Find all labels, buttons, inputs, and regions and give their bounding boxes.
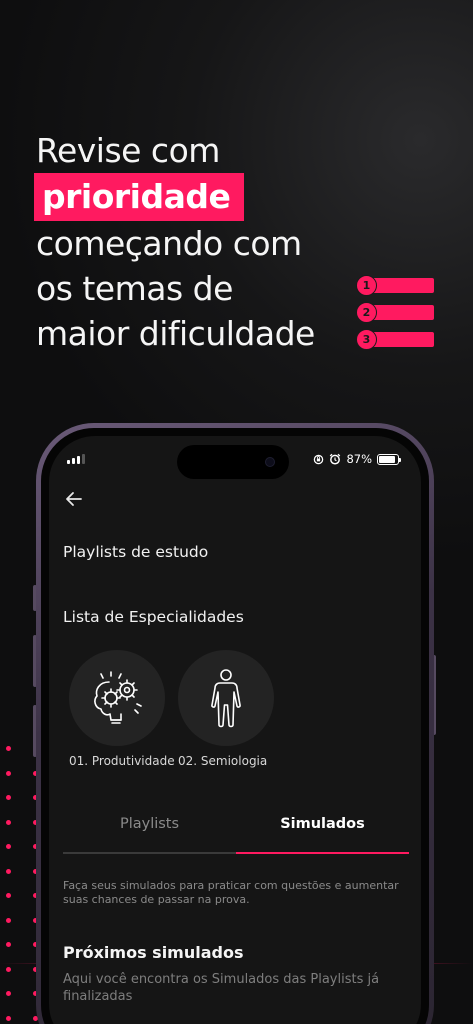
tab-playlists[interactable]: Playlists [63,816,236,832]
decorative-dot [6,1015,11,1021]
decorative-dot [6,795,11,800]
arrow-left-icon [66,492,82,506]
headline-line-1: Revise com [36,131,220,170]
decorative-dot [6,966,11,972]
dynamic-island [177,445,289,479]
specialty-icon-circle [178,650,274,746]
decorative-dot [6,819,11,825]
decorative-dot [6,893,11,898]
specialty-icon-circle [69,650,165,746]
rank-number: 2 [356,302,377,323]
brain-gears-icon [94,671,142,724]
headline-line-3: começando com [36,224,302,263]
battery-icon [377,453,401,465]
decorative-dot [6,991,11,996]
signal-icon [67,454,85,464]
phone-bezel: 87% Playlists de estudo Lista de Especia… [41,428,429,1024]
specialty-card-semiologia[interactable]: 02. Semiologia [178,650,274,768]
tab-active-indicator [236,852,409,854]
decorative-dot [6,917,11,923]
app-screen: 87% Playlists de estudo Lista de Especia… [49,436,421,1024]
front-camera [265,457,275,467]
simulados-description: Faça seus simulados para praticar com qu… [63,879,399,906]
rank-row: 2 [356,302,434,323]
back-button[interactable] [63,488,85,510]
next-simulados-description: Aqui você encontra os Simulados das Play… [63,972,380,1004]
tab-underline [63,852,236,854]
specialty-label: 02. Semiologia [178,754,268,768]
decorative-dot [6,868,11,874]
promo-headline: Revise com prioridade começando com os t… [34,128,315,356]
specialty-label: 01. Produtividade [69,754,175,768]
phone-frame: 87% Playlists de estudo Lista de Especia… [36,423,434,1024]
decorative-dot [6,746,11,751]
playlists-section-title: Playlists de estudo [63,543,209,561]
headline-highlight: prioridade [34,173,245,221]
rank-row: 1 [356,275,434,296]
headline-line-4: os temas de [36,269,233,308]
rotation-lock-icon [314,454,324,464]
specialty-card-produtividade[interactable]: 01. Produtividade [69,650,175,768]
status-right: 87% [313,452,401,466]
next-simulados-title: Próximos simulados [63,943,244,962]
specialties-section-title: Lista de Especialidades [63,608,244,626]
tab-simulados[interactable]: Simulados [236,816,409,832]
decorative-dot [6,844,11,849]
priority-rank-list: 1 2 3 [356,275,434,357]
battery-percent: 87% [346,452,372,466]
decorative-dot [6,770,11,776]
alarm-icon [330,453,341,465]
human-body-icon [211,669,241,728]
decorative-dot [6,942,11,947]
rank-row: 3 [356,329,434,350]
rank-number: 3 [356,329,377,350]
battery-fill [379,455,395,463]
content-tabs: Playlists Simulados [63,816,409,854]
headline-line-5: maior dificuldade [36,314,315,353]
rank-number: 1 [356,275,377,296]
